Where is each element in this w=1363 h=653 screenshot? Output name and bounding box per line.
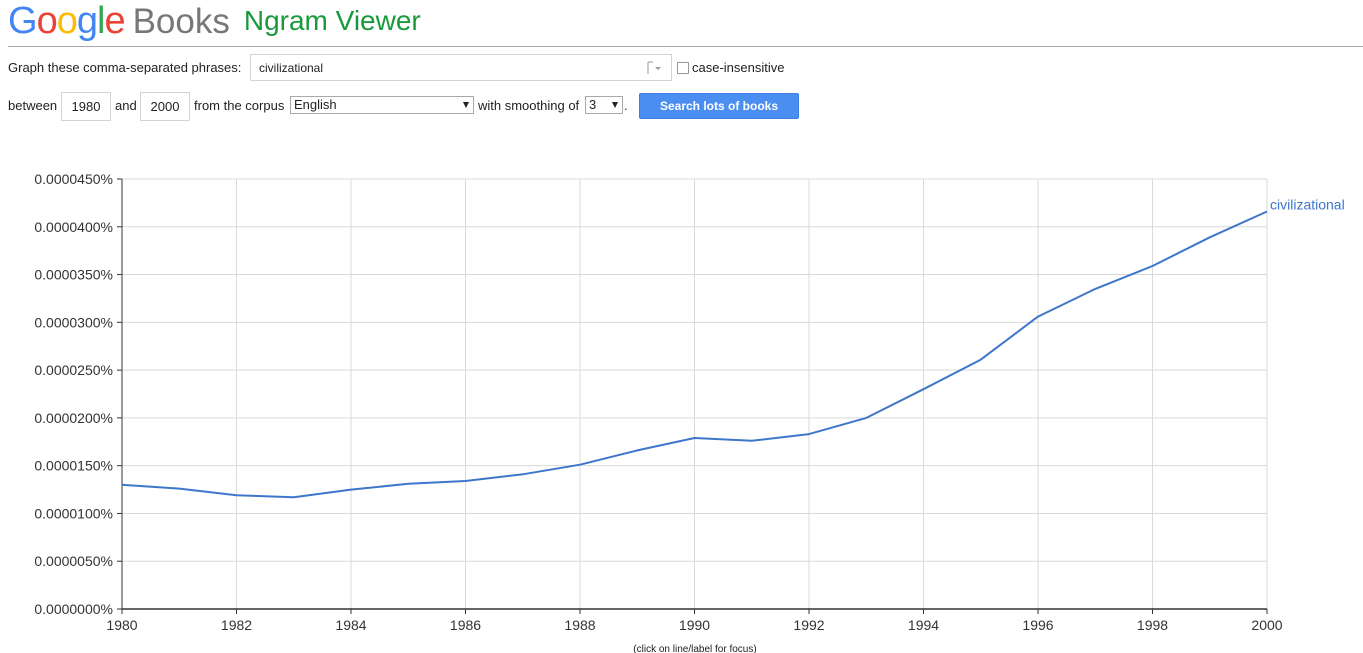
x-tick-label: 1988 bbox=[564, 617, 595, 633]
y-tick-label: 0.0000050% bbox=[34, 553, 113, 569]
y-tick-label: 0.0000000% bbox=[34, 601, 113, 617]
y-tick-label: 0.0000250% bbox=[34, 362, 113, 378]
ngram-chart: 0.0000000% 0.0000050% 0.0000100% 0.0000150%… bbox=[34, 171, 1345, 633]
x-tick-label: 1982 bbox=[221, 617, 252, 633]
y-tick-label: 0.0000400% bbox=[34, 219, 113, 235]
x-tick-label: 2000 bbox=[1251, 617, 1282, 633]
x-tick-label: 1984 bbox=[335, 617, 366, 633]
x-tick-label: 1992 bbox=[793, 617, 824, 633]
x-tick-label: 1996 bbox=[1022, 617, 1053, 633]
y-tick-label: 0.0000450% bbox=[34, 171, 113, 187]
x-tick-label: 1994 bbox=[908, 617, 939, 633]
y-tick-label: 0.0000200% bbox=[34, 410, 113, 426]
x-tick-label: 1998 bbox=[1137, 617, 1168, 633]
y-tick-label: 0.0000100% bbox=[34, 505, 113, 521]
x-tick-label: 1990 bbox=[679, 617, 710, 633]
series-label[interactable]: civilizational bbox=[1270, 196, 1345, 212]
ngram-viewer-page: Google Books Ngram Viewer Graph these co… bbox=[0, 0, 1363, 653]
y-tick-label: 0.0000150% bbox=[34, 458, 113, 474]
x-tick-label: 1980 bbox=[106, 617, 137, 633]
y-tick-label: 0.0000300% bbox=[34, 314, 113, 330]
y-tick-label: 0.0000350% bbox=[34, 267, 113, 283]
chart-hint: (click on line/label for focus) bbox=[633, 644, 757, 653]
x-tick-label: 1986 bbox=[450, 617, 481, 633]
